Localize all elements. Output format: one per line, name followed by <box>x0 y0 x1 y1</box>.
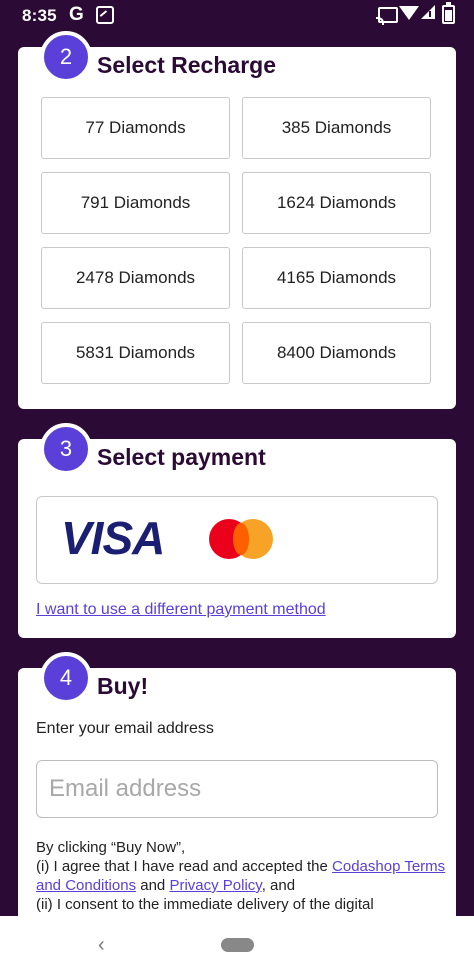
recharge-title: Select Recharge <box>97 52 276 78</box>
step-badge: 4 <box>40 652 92 704</box>
recharge-option[interactable]: 77 Diamonds <box>41 97 230 159</box>
card-payment-option[interactable]: VISA <box>36 496 438 584</box>
navigation-bar: ‹ <box>0 916 474 974</box>
buy-title: Buy! <box>97 673 149 699</box>
back-icon[interactable]: ‹ <box>98 934 105 957</box>
payment-title: Select payment <box>97 444 266 470</box>
terms-text: By clicking “Buy Now”, (i) I agree that … <box>36 839 446 913</box>
email-label: Enter your email address <box>36 720 214 737</box>
recharge-card: 2 Select Recharge 77 Diamonds 385 Diamon… <box>18 31 456 409</box>
recharge-option[interactable]: 4165 Diamonds <box>242 247 431 309</box>
visa-logo: VISA <box>61 512 165 564</box>
recharge-option[interactable]: 1624 Diamonds <box>242 172 431 234</box>
wifi-icon <box>399 6 419 20</box>
payment-card: 3 Select payment VISA I want to use a di… <box>18 423 456 638</box>
recharge-option[interactable]: 2478 Diamonds <box>41 247 230 309</box>
step-badge: 2 <box>40 31 92 83</box>
status-time: 8:35 <box>22 6 57 25</box>
buy-card: 4 Buy! Enter your email address By click… <box>18 652 456 928</box>
different-payment-link[interactable]: I want to use a different payment method <box>36 601 326 619</box>
photo-icon <box>96 6 114 24</box>
home-pill-icon[interactable] <box>221 938 254 952</box>
mastercard-logo-icon <box>209 519 273 559</box>
battery-icon <box>442 2 455 24</box>
privacy-policy-link[interactable]: Privacy Policy <box>169 877 261 894</box>
status-bar: 8:35 G <box>0 0 474 30</box>
recharge-option[interactable]: 791 Diamonds <box>41 172 230 234</box>
recharge-option[interactable]: 5831 Diamonds <box>41 322 230 384</box>
step-badge: 3 <box>40 423 92 475</box>
signal-icon <box>421 5 435 19</box>
google-icon: G <box>69 4 84 25</box>
recharge-option[interactable]: 385 Diamonds <box>242 97 431 159</box>
cast-icon <box>376 7 398 25</box>
email-input[interactable] <box>36 760 438 818</box>
recharge-option[interactable]: 8400 Diamonds <box>242 322 431 384</box>
